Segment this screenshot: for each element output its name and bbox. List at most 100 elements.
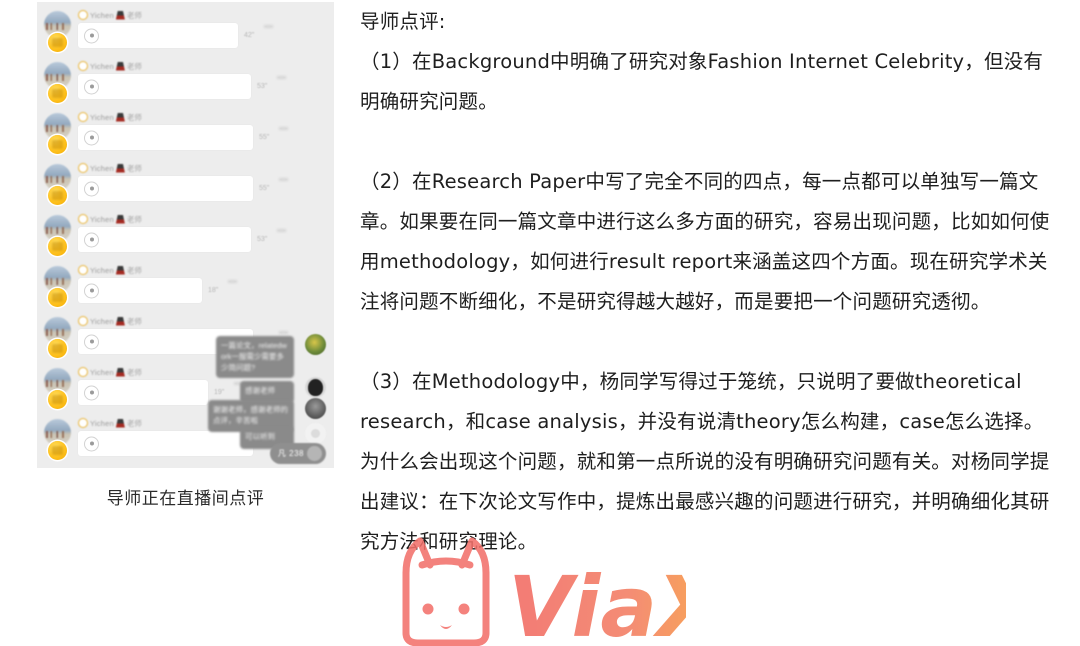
message-status-indicator [279, 127, 288, 130]
sender-name: Yichen 老师 [78, 10, 142, 20]
sender-ring-icon [78, 163, 88, 173]
avatar[interactable] [305, 334, 326, 355]
play-icon[interactable] [84, 385, 99, 400]
voice-duration-label: 42" [244, 32, 255, 39]
avatar[interactable] [305, 377, 326, 398]
level-badge-icon [48, 33, 67, 52]
sender-ring-icon [78, 10, 88, 20]
gift-count-label: 凡 238 [277, 449, 304, 458]
commentary-heading: 导师点评: [360, 10, 446, 33]
voice-message-bubble[interactable] [78, 431, 253, 456]
commentary-body: 导师点评: （1）在Background中明确了研究对象Fashion Inte… [360, 0, 1060, 562]
sender-role-label: 老师 [126, 61, 142, 71]
chat-message-row[interactable]: Yichen 老师 53" [37, 56, 334, 107]
level-badge-icon [48, 135, 67, 154]
sender-name: Yichen 老师 [78, 418, 142, 428]
sender-name-text: Yichen [90, 61, 114, 71]
sender-role-label: 老师 [126, 112, 142, 122]
sender-name: Yichen 老师 [78, 112, 142, 122]
page-root: Yichen 老师 42" Yichen 老师 53" Yichen 老师 55" Yichen 老… [0, 0, 1080, 646]
level-badge-icon [48, 288, 67, 307]
chat-message-row[interactable]: Yichen 老师 53" [37, 209, 334, 260]
message-status-indicator [279, 331, 288, 334]
sender-name-text: Yichen [90, 112, 114, 122]
play-icon[interactable] [84, 79, 99, 94]
avatar[interactable] [305, 423, 326, 444]
level-badge-icon [48, 84, 67, 103]
sender-ring-icon [78, 214, 88, 224]
sender-name-text: Yichen [90, 265, 114, 275]
chat-message-row[interactable]: Yichen 老师 55" [37, 158, 334, 209]
voice-duration-label: 53" [257, 83, 268, 90]
voice-duration-label: 18" [208, 287, 219, 294]
sender-role-label: 老师 [126, 367, 142, 377]
voice-message-bubble[interactable] [78, 125, 253, 150]
commentary-paragraph-1: （1）在Background中明确了研究对象Fashion Internet C… [360, 50, 1044, 113]
chat-message-row[interactable]: Yichen 老师 55" [37, 107, 334, 158]
play-icon[interactable] [84, 181, 99, 196]
message-status-indicator [264, 25, 273, 28]
commentary-paragraph-3: （3）在Methodology中，杨同学写得过于笼统，只说明了要做theoret… [360, 370, 1050, 553]
voice-message-bubble[interactable] [78, 23, 238, 48]
left-column: Yichen 老师 42" Yichen 老师 53" Yichen 老师 55" Yichen 老… [0, 0, 350, 646]
voice-message-bubble[interactable] [78, 74, 251, 99]
voice-duration-label: 53" [257, 236, 268, 243]
sender-ring-icon [78, 61, 88, 71]
voice-duration-label: 19" [214, 389, 225, 396]
message-status-indicator [277, 229, 286, 232]
voice-message-bubble[interactable] [78, 380, 208, 405]
sender-role-label: 老师 [126, 214, 142, 224]
sender-name: Yichen 老师 [78, 61, 142, 71]
play-icon[interactable] [84, 334, 99, 349]
message-status-indicator [228, 280, 237, 283]
outgoing-message-bubble[interactable]: 一篇论文，relatedw ork一服需少需要多少简问题? [216, 336, 294, 378]
sender-ring-icon [78, 265, 88, 275]
voice-duration-label: 55" [259, 134, 270, 141]
voice-message-bubble[interactable] [78, 227, 251, 252]
play-icon[interactable] [84, 130, 99, 145]
chat-message-row[interactable]: Yichen 老师 42" [37, 5, 334, 56]
commentary-paragraph-2: （2）在Research Paper中写了完全不同的四点，每一点都可以单独写一篇… [360, 170, 1050, 313]
sender-name: Yichen 老师 [78, 367, 142, 377]
play-icon[interactable] [84, 436, 99, 451]
sender-name-text: Yichen [90, 163, 114, 173]
level-badge-icon [48, 237, 67, 256]
message-status-indicator [277, 76, 286, 79]
sender-name: Yichen 老师 [78, 316, 142, 326]
avatar[interactable] [305, 398, 326, 419]
sender-rank-icon [115, 265, 125, 275]
gift-count-pill[interactable]: 凡 238 [269, 443, 326, 464]
play-icon[interactable] [84, 283, 99, 298]
sender-rank-icon [115, 163, 125, 173]
chat-message-row[interactable]: Yichen 老师 18" [37, 260, 334, 311]
sender-ring-icon [78, 418, 88, 428]
gift-avatar-icon [307, 446, 322, 461]
sender-rank-icon [115, 418, 125, 428]
live-stream-chat-screenshot: Yichen 老师 42" Yichen 老师 53" Yichen 老师 55" Yichen 老… [37, 2, 334, 468]
voice-message-bubble[interactable] [78, 278, 202, 303]
chat-caption: 导师正在直播间点评 [106, 489, 265, 509]
sender-ring-icon [78, 316, 88, 326]
level-badge-icon [48, 186, 67, 205]
sender-role-label: 老师 [126, 316, 142, 326]
sender-name: Yichen 老师 [78, 163, 142, 173]
level-badge-icon [48, 339, 67, 358]
sender-rank-icon [115, 112, 125, 122]
level-badge-icon [48, 390, 67, 409]
play-icon[interactable] [84, 232, 99, 247]
voice-message-bubble[interactable] [78, 176, 253, 201]
sender-rank-icon [115, 214, 125, 224]
level-badge-icon [48, 441, 67, 460]
sender-name: Yichen 老师 [78, 214, 142, 224]
sender-name-text: Yichen [90, 367, 114, 377]
message-status-indicator [279, 178, 288, 181]
sender-rank-icon [115, 316, 125, 326]
sender-role-label: 老师 [126, 265, 142, 275]
right-column: 导师点评: （1）在Background中明确了研究对象Fashion Inte… [360, 0, 1060, 646]
voice-duration-label: 55" [259, 185, 270, 192]
play-icon[interactable] [84, 28, 99, 43]
sender-role-label: 老师 [126, 163, 142, 173]
sender-name-text: Yichen [90, 418, 114, 428]
